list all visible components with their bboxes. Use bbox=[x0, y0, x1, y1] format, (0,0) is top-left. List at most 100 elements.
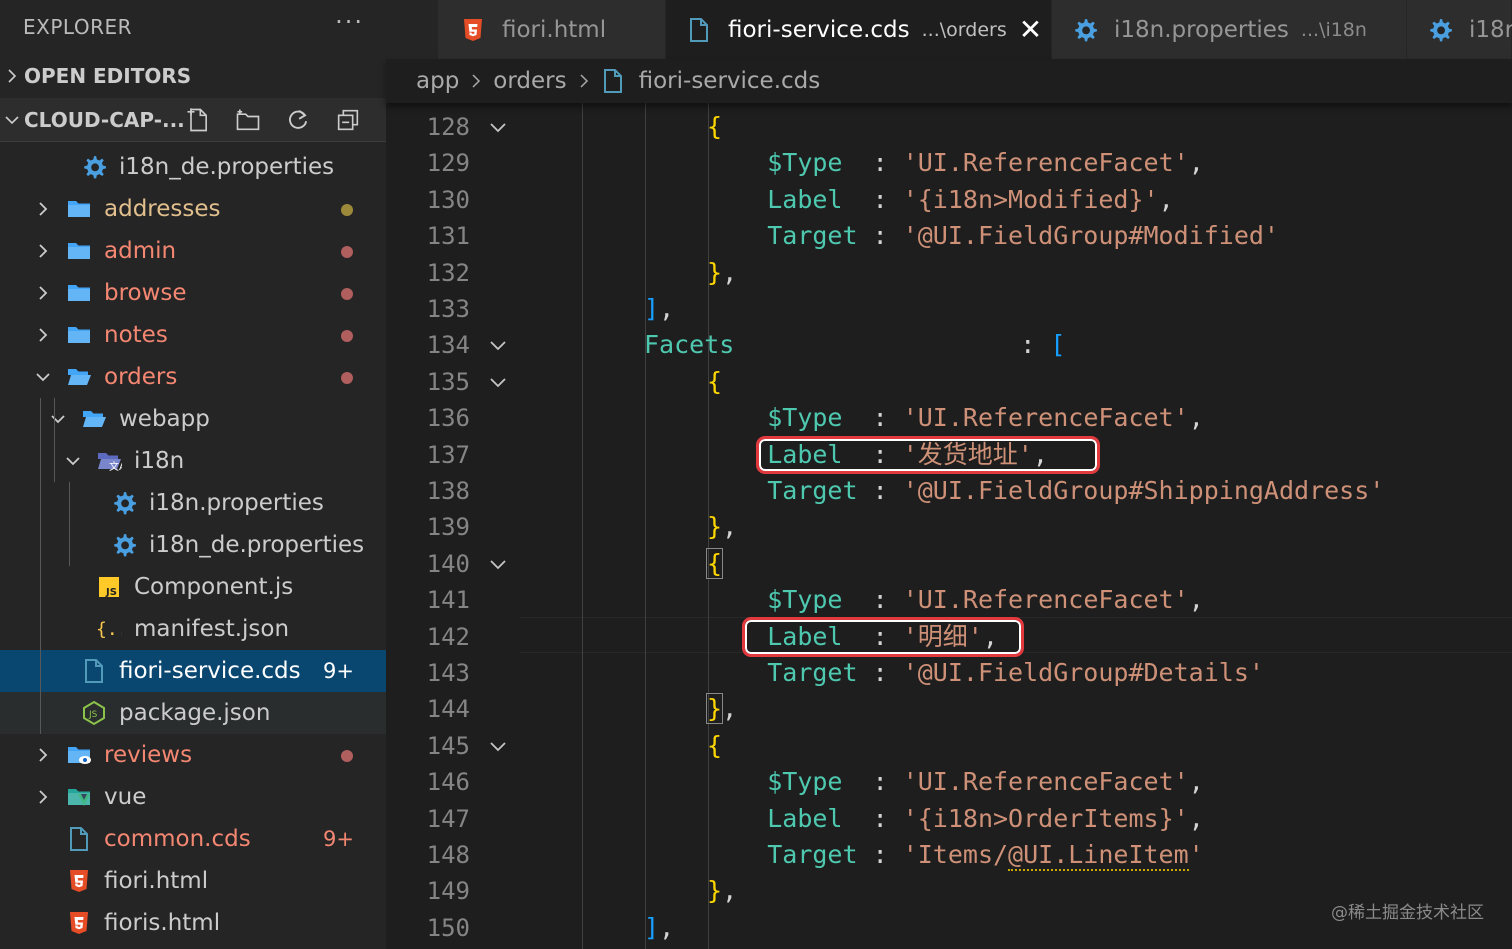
html5-icon bbox=[64, 910, 94, 936]
code-line[interactable]: { bbox=[707, 364, 722, 400]
code-token: '@UI.FieldGroup#Modified' bbox=[902, 221, 1279, 251]
tab-fiori-service-cds[interactable]: fiori-service.cds ...\orders ✕ bbox=[666, 0, 1052, 59]
chevron-right-icon[interactable] bbox=[30, 284, 56, 302]
tab-i18n-properties[interactable]: i18n.properties ...\i18n bbox=[1052, 0, 1407, 59]
more-actions-icon[interactable]: ··· bbox=[335, 8, 364, 36]
collapse-all-icon[interactable] bbox=[334, 106, 362, 139]
code-line[interactable]: ], bbox=[644, 910, 674, 946]
code-line[interactable]: }, bbox=[705, 691, 737, 727]
chevron-down-icon[interactable] bbox=[45, 410, 71, 428]
code-token: 'UI.ReferenceFacet' bbox=[902, 585, 1189, 615]
code-line[interactable]: Label : '{i18n>Modified}', bbox=[707, 182, 1174, 218]
code-line[interactable]: Label : '发货地址', bbox=[707, 437, 1048, 473]
line-number: 140 bbox=[426, 549, 470, 578]
breadcrumb-app[interactable]: app bbox=[416, 68, 459, 94]
tree-item-component-js[interactable]: JS Component.js bbox=[0, 566, 386, 608]
chevron-right-icon[interactable] bbox=[30, 242, 56, 260]
code-line[interactable]: Target : '@UI.FieldGroup#ShippingAddress… bbox=[707, 473, 1384, 509]
code-line[interactable]: }, bbox=[707, 255, 737, 291]
new-file-icon[interactable] bbox=[184, 106, 212, 139]
tree-item-fioris-html[interactable]: fioris.html bbox=[0, 902, 386, 944]
tree-item-browse[interactable]: browse bbox=[0, 272, 386, 314]
code-line[interactable]: { bbox=[707, 728, 722, 764]
code-line[interactable]: Target : 'Items/@UI.LineItem' bbox=[707, 837, 1204, 873]
chevron-right-icon[interactable] bbox=[30, 746, 56, 764]
tab-description: ...\orders bbox=[921, 18, 1007, 41]
tree-item-i18n-properties[interactable]: i18n.properties bbox=[0, 482, 386, 524]
tree-item-common-cds[interactable]: common.cds 9+ bbox=[0, 818, 386, 860]
code-line[interactable]: Facets : [ bbox=[644, 327, 1065, 363]
code-token: ] bbox=[644, 912, 660, 942]
tree-item-i18n-de-properties[interactable]: i18n_de.properties bbox=[0, 146, 386, 188]
tree-item-i18n-de-properties[interactable]: i18n_de.properties bbox=[0, 524, 386, 566]
code-line[interactable]: Label : '{i18n>OrderItems}', bbox=[707, 801, 1204, 837]
fold-chevron-icon[interactable] bbox=[488, 728, 508, 764]
chevron-right-icon[interactable] bbox=[30, 326, 56, 344]
tree-item-package-json[interactable]: JS package.json bbox=[0, 692, 386, 734]
code-line[interactable]: { bbox=[705, 546, 724, 582]
code-line[interactable]: }, bbox=[707, 509, 737, 545]
code-area[interactable]: { $Type : 'UI.ReferenceFacet', Label : '… bbox=[520, 103, 1512, 949]
refresh-icon[interactable] bbox=[284, 106, 312, 139]
code-editor[interactable]: 128 129 130 131 132 133 134 135 136 137 138 139 140 1… bbox=[386, 103, 1512, 949]
code-token: , bbox=[1188, 585, 1204, 615]
code-line[interactable]: Target : '@UI.FieldGroup#Details' bbox=[707, 655, 1264, 691]
code-line[interactable]: }, bbox=[707, 873, 737, 909]
code-line[interactable]: { bbox=[707, 109, 722, 145]
breadcrumb: app orders fiori-service.cds bbox=[386, 59, 1512, 103]
file-tree: i18n_de.properties addresses admin browse no… bbox=[0, 146, 386, 944]
tree-item-label: browse bbox=[104, 280, 187, 306]
fold-chevron-icon[interactable] bbox=[488, 327, 508, 363]
line-number: 143 bbox=[426, 659, 470, 687]
chevron-down-icon[interactable] bbox=[30, 368, 56, 386]
code-token: : bbox=[842, 803, 903, 833]
tree-item-reviews[interactable]: reviews bbox=[0, 734, 386, 776]
fold-chevron-icon[interactable] bbox=[488, 364, 508, 400]
chevron-right-icon[interactable] bbox=[30, 200, 56, 218]
tree-item-webapp[interactable]: webapp bbox=[0, 398, 386, 440]
tree-item-manifest-json[interactable]: {..} manifest.json bbox=[0, 608, 386, 650]
chevron-right-icon bbox=[577, 74, 591, 88]
code-line[interactable]: $Type : 'UI.ReferenceFacet', bbox=[707, 400, 1204, 436]
code-token: , bbox=[1188, 803, 1204, 833]
tree-indent-guide bbox=[40, 398, 41, 734]
code-token: } bbox=[705, 693, 724, 725]
fold-chevron-icon[interactable] bbox=[488, 546, 508, 582]
fold-chevron-icon[interactable] bbox=[488, 109, 508, 145]
code-line[interactable]: $Type : 'UI.ReferenceFacet', bbox=[707, 145, 1204, 181]
code-token: Label bbox=[767, 803, 843, 833]
code-line[interactable]: Target : '@UI.FieldGroup#Modified' bbox=[707, 218, 1279, 254]
file-icon bbox=[686, 17, 712, 43]
tree-item-fiori-html[interactable]: fiori.html bbox=[0, 860, 386, 902]
explorer-toolbar bbox=[184, 106, 362, 139]
line-number: 144 bbox=[426, 695, 470, 724]
chevron-down-icon[interactable] bbox=[60, 452, 86, 470]
tree-item-fiori-service-cds[interactable]: fiori-service.cds 9+ bbox=[0, 650, 386, 692]
tree-item-addresses[interactable]: addresses bbox=[0, 188, 386, 230]
code-line[interactable]: Label : '明细', bbox=[707, 619, 998, 655]
open-editors-section[interactable]: OPEN EDITORS bbox=[0, 54, 386, 98]
file-icon bbox=[601, 68, 625, 94]
code-line[interactable]: $Type : 'UI.ReferenceFacet', bbox=[707, 764, 1204, 800]
workspace-section[interactable]: CLOUD-CAP-... bbox=[0, 98, 386, 142]
code-line[interactable]: $Type : 'UI.ReferenceFacet', bbox=[707, 582, 1204, 618]
tree-item-label: addresses bbox=[104, 196, 221, 222]
tree-item-orders[interactable]: orders bbox=[0, 356, 386, 398]
new-folder-icon[interactable] bbox=[234, 106, 262, 139]
tree-item-i18n[interactable]: 文A i18n bbox=[0, 440, 386, 482]
git-status-dot bbox=[341, 246, 353, 258]
tree-item-admin[interactable]: admin bbox=[0, 230, 386, 272]
code-line[interactable]: ], bbox=[644, 291, 674, 327]
breadcrumb-file[interactable]: fiori-service.cds bbox=[639, 68, 821, 94]
tree-item-notes[interactable]: notes bbox=[0, 314, 386, 356]
code-token: , bbox=[1158, 184, 1174, 214]
close-icon[interactable]: ✕ bbox=[1019, 13, 1042, 46]
tab-i18r[interactable]: i18r bbox=[1407, 0, 1512, 59]
tab-fiori-html[interactable]: fiori.html bbox=[438, 0, 666, 59]
breadcrumb-orders[interactable]: orders bbox=[493, 68, 566, 94]
chevron-right-icon[interactable] bbox=[30, 788, 56, 806]
code-token: } bbox=[707, 876, 723, 906]
tree-item-vue[interactable]: vue bbox=[0, 776, 386, 818]
line-number: 142 bbox=[426, 622, 470, 651]
